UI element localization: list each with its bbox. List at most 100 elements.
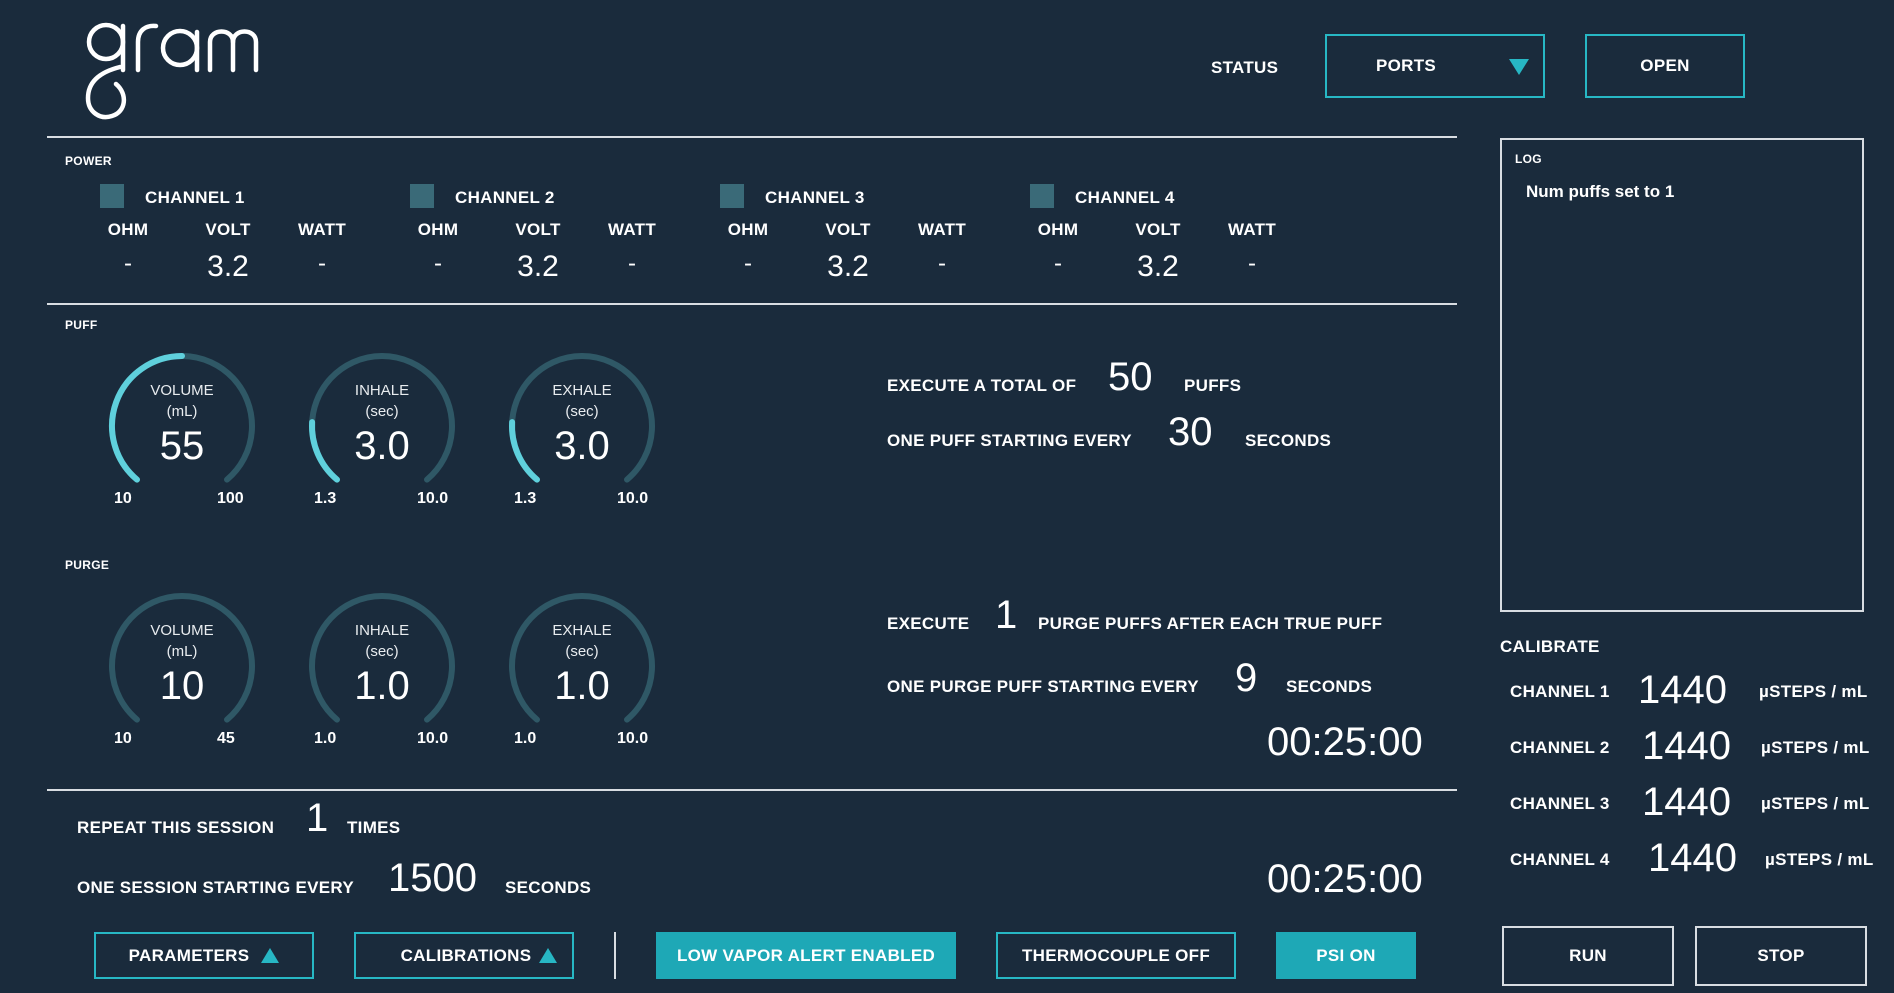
puff-volume-gauge[interactable] <box>102 346 262 496</box>
calibrate-channel-4-name: CHANNEL 4 <box>1510 850 1610 869</box>
purge-interval-input[interactable]: 9 <box>1235 656 1257 701</box>
gauge-value[interactable]: 1.0 <box>502 664 662 709</box>
puff-count-input[interactable]: 50 <box>1108 355 1153 400</box>
gauge-value[interactable]: 3.0 <box>502 424 662 469</box>
gauge-min-label: 1.3 <box>314 490 337 507</box>
ports-dropdown[interactable]: PORTS <box>1325 34 1545 98</box>
gauge-min-label: 10 <box>114 730 132 747</box>
thermocouple-toggle[interactable]: THERMOCOUPLE OFF <box>996 932 1236 979</box>
parameters-label: PARAMETERS <box>128 945 250 965</box>
gauge-value[interactable]: 1.0 <box>302 664 462 709</box>
channel-2-volt-label: VOLT <box>515 220 561 239</box>
calibrate-channel-1-value[interactable]: 1440 <box>1638 668 1727 713</box>
channel-2-volt-value: 3.2 <box>517 250 559 283</box>
calibrate-channel-2-value[interactable]: 1440 <box>1642 724 1731 769</box>
gauge-unit: (sec) <box>365 403 399 420</box>
channel-2-checkbox[interactable] <box>410 184 434 208</box>
channel-1-watt-label: WATT <box>297 220 347 239</box>
open-button[interactable]: OPEN <box>1585 34 1745 98</box>
channel-1-checkbox[interactable] <box>100 184 124 208</box>
gauge-title: VOLUME <box>150 622 214 639</box>
session-every-suffix: SECONDS <box>505 878 592 897</box>
chevron-down-icon <box>1509 59 1529 75</box>
divider-power <box>47 303 1457 305</box>
gauge-unit: (sec) <box>565 643 599 660</box>
session-interval-input[interactable]: 1500 <box>388 856 477 901</box>
purge-inhale-gauge[interactable] <box>302 586 462 736</box>
channel-2-ohm-value: - <box>434 250 442 277</box>
puff-exhale-gauge[interactable] <box>502 346 662 496</box>
channel-3-watt-label: WATT <box>917 220 967 239</box>
channel-4-name: CHANNEL 4 <box>1075 188 1175 207</box>
session-timer: 00:25:00 <box>1267 857 1423 901</box>
purge-execute-suffix: PURGE PUFFS AFTER EACH TRUE PUFF <box>1038 614 1383 633</box>
stop-button[interactable]: STOP <box>1695 926 1867 986</box>
gauge-unit: (sec) <box>565 403 599 420</box>
low-vapor-alert-toggle[interactable]: LOW VAPOR ALERT ENABLED <box>656 932 956 979</box>
channel-3-name: CHANNEL 3 <box>765 188 865 207</box>
gauge-unit: (mL) <box>166 643 198 660</box>
channel-4-watt-value: - <box>1248 250 1256 277</box>
channel-2-watt-value: - <box>628 250 636 277</box>
channel-3-ohm-label: OHM <box>727 220 769 239</box>
log-label: LOG <box>1515 152 1542 166</box>
puff-execute-prefix: EXECUTE A TOTAL OF <box>887 376 1077 395</box>
channel-4-volt-label: VOLT <box>1135 220 1181 239</box>
purge-volume-gauge[interactable] <box>102 586 262 736</box>
divider-top <box>47 136 1457 138</box>
status-label: STATUS <box>1211 58 1279 77</box>
calibrate-channel-4-value[interactable]: 1440 <box>1648 836 1737 881</box>
channel-1-name: CHANNEL 1 <box>145 188 245 207</box>
psi-toggle[interactable]: PSI ON <box>1276 932 1416 979</box>
ports-dropdown-label: PORTS <box>1376 56 1437 75</box>
puff-every-prefix: ONE PUFF STARTING EVERY <box>887 431 1132 450</box>
channel-2-watt-label: WATT <box>607 220 657 239</box>
channel-3-checkbox[interactable] <box>720 184 744 208</box>
channel-3-volt-label: VOLT <box>825 220 871 239</box>
channel-2-ohm-label: OHM <box>417 220 459 239</box>
parameters-button[interactable]: PARAMETERS <box>94 932 314 979</box>
channel-1-volt-label: VOLT <box>205 220 251 239</box>
puff-every-suffix: SECONDS <box>1245 431 1332 450</box>
channel-1-ohm-value: - <box>124 250 132 277</box>
puff-execute-suffix: PUFFS <box>1184 376 1242 395</box>
chevron-up-icon <box>261 948 280 963</box>
footer-separator <box>614 932 616 979</box>
calibrate-label: CALIBRATE <box>1500 637 1600 656</box>
channel-3-watt-value: - <box>938 250 946 277</box>
purge-exhale-gauge[interactable] <box>502 586 662 736</box>
run-button[interactable]: RUN <box>1502 926 1674 986</box>
calibrations-button[interactable]: CALIBRATIONS <box>354 932 574 979</box>
puff-interval-input[interactable]: 30 <box>1168 410 1213 455</box>
channel-1-watt-value: - <box>318 250 326 277</box>
gauge-value[interactable]: 3.0 <box>302 424 462 469</box>
gauge-title: VOLUME <box>150 382 214 399</box>
calibrate-channel-2-unit: µSTEPS / mL <box>1761 738 1870 757</box>
calibrate-channel-4-unit: µSTEPS / mL <box>1765 850 1874 869</box>
calibrate-channel-3-value[interactable]: 1440 <box>1642 780 1731 825</box>
gauge-value[interactable]: 55 <box>102 424 262 469</box>
session-repeat-suffix: TIMES <box>347 818 401 837</box>
puff-inhale-gauge[interactable] <box>302 346 462 496</box>
gauge-unit: (mL) <box>166 403 198 420</box>
app-logo <box>80 12 265 122</box>
gauge-max-label: 10.0 <box>417 490 449 507</box>
session-repeat-prefix: REPEAT THIS SESSION <box>77 818 275 837</box>
session-repeat-input[interactable]: 1 <box>306 796 328 841</box>
divider-session <box>47 789 1457 791</box>
gauge-value[interactable]: 10 <box>102 664 262 709</box>
calibrate-channel-2-name: CHANNEL 2 <box>1510 738 1610 757</box>
purge-count-input[interactable]: 1 <box>995 593 1017 638</box>
calibrate-channel-3-name: CHANNEL 3 <box>1510 794 1610 813</box>
log-panel: LOG Num puffs set to 1 <box>1500 138 1864 612</box>
channel-4-checkbox[interactable] <box>1030 184 1054 208</box>
purge-timer: 00:25:00 <box>1267 720 1423 764</box>
gauge-min-label: 10 <box>114 490 132 507</box>
purge-execute-prefix: EXECUTE <box>887 614 970 633</box>
purge-section-label: PURGE <box>65 558 110 572</box>
gauge-title: EXHALE <box>552 382 612 399</box>
channel-1-volt-value: 3.2 <box>207 250 249 283</box>
log-line: Num puffs set to 1 <box>1526 182 1675 201</box>
channel-4-ohm-label: OHM <box>1037 220 1079 239</box>
chevron-up-icon <box>539 948 558 963</box>
